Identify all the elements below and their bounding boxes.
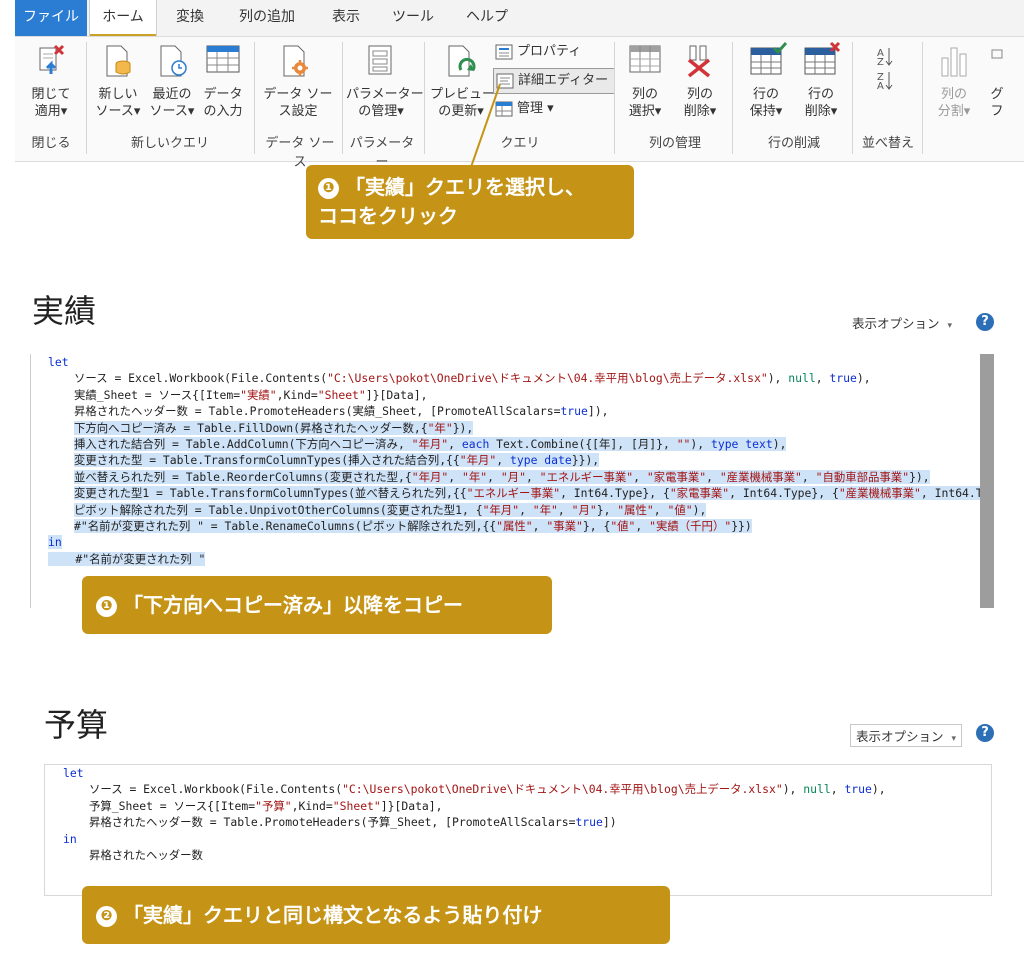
callout-text: 「実績」クエリと同じ構文となるよう貼り付け <box>123 903 543 927</box>
code-line: 実績_Sheet = ソース{[Item="実績",Kind="Sheet"]}… <box>74 387 428 402</box>
code-line: #"名前が変更された列 " <box>48 551 206 566</box>
callout-copy-code: ❶ 「下方向へコピー済み」以降をコピー <box>82 576 552 634</box>
display-options-label: 表示オプション <box>852 316 940 331</box>
code-line: ピボット解除された列 = Table.UnpivotOtherColumns(変… <box>74 502 707 517</box>
chevron-down-icon: ▾ <box>947 321 953 331</box>
callout-text-2: ココをクリック <box>318 204 458 228</box>
callout-select-query: ❶ 「実績」クエリを選択し、 ココをクリック <box>306 165 634 239</box>
callout-text: 「下方向へコピー済み」以降をコピー <box>123 593 463 617</box>
callout-number: ❶ <box>318 178 339 199</box>
code-line: 昇格されたヘッダー数 = Table.PromoteHeaders(実績_She… <box>74 404 609 419</box>
editor-title-actual: 実績 <box>32 292 97 330</box>
code-line: 昇格されたヘッダー数 <box>89 847 203 862</box>
code-line: 下方向へコピー済み = Table.FillDown(昇格されたヘッダー数,{"… <box>74 420 474 435</box>
callout-number: ❷ <box>96 906 117 927</box>
code-line: 変更された型1 = Table.TransformColumnTypes(並べ替… <box>74 486 983 501</box>
code-line: ソース = Excel.Workbook(File.Contents("C:\U… <box>89 782 886 797</box>
display-options-dropdown[interactable]: 表示オプション ▾ <box>850 724 963 747</box>
code-line: 並べ替えられた列 = Table.ReorderColumns(変更された型,{… <box>74 469 930 484</box>
editor-title-budget: 予算 <box>44 706 109 744</box>
help-icon[interactable]: ? <box>976 313 994 331</box>
code-editor-budget[interactable]: let ソース = Excel.Workbook(File.Contents("… <box>44 764 992 896</box>
code-line: 昇格されたヘッダー数 = Table.PromoteHeaders(予算_She… <box>89 815 617 830</box>
code-line: let <box>63 766 84 780</box>
code-line: 挿入された結合列 = Table.AddColumn(下方向へコピー済み, "年… <box>74 436 787 451</box>
display-options-label: 表示オプション <box>856 729 944 744</box>
display-options-dropdown[interactable]: 表示オプション ▾ <box>852 313 952 332</box>
code-line: 変更された型 = Table.TransformColumnTypes(挿入され… <box>74 453 600 468</box>
code-line: in <box>48 535 62 550</box>
help-icon[interactable]: ? <box>976 724 994 742</box>
code-line: #"名前が変更された列 " = Table.RenameColumns(ピボット… <box>74 518 752 533</box>
callout-paste-code: ❷ 「実績」クエリと同じ構文となるよう貼り付け <box>82 886 670 944</box>
scrollbar[interactable] <box>980 354 994 608</box>
callout-text-1: 「実績」クエリを選択し、 <box>345 175 585 199</box>
code-line: 予算_Sheet = ソース{[Item="予算",Kind="Sheet"]}… <box>89 798 443 813</box>
code-line: ソース = Excel.Workbook(File.Contents("C:\U… <box>74 371 871 386</box>
callout-number: ❶ <box>96 596 117 617</box>
code-line: let <box>48 355 69 369</box>
code-line: in <box>63 831 77 846</box>
chevron-down-icon: ▾ <box>951 734 957 744</box>
